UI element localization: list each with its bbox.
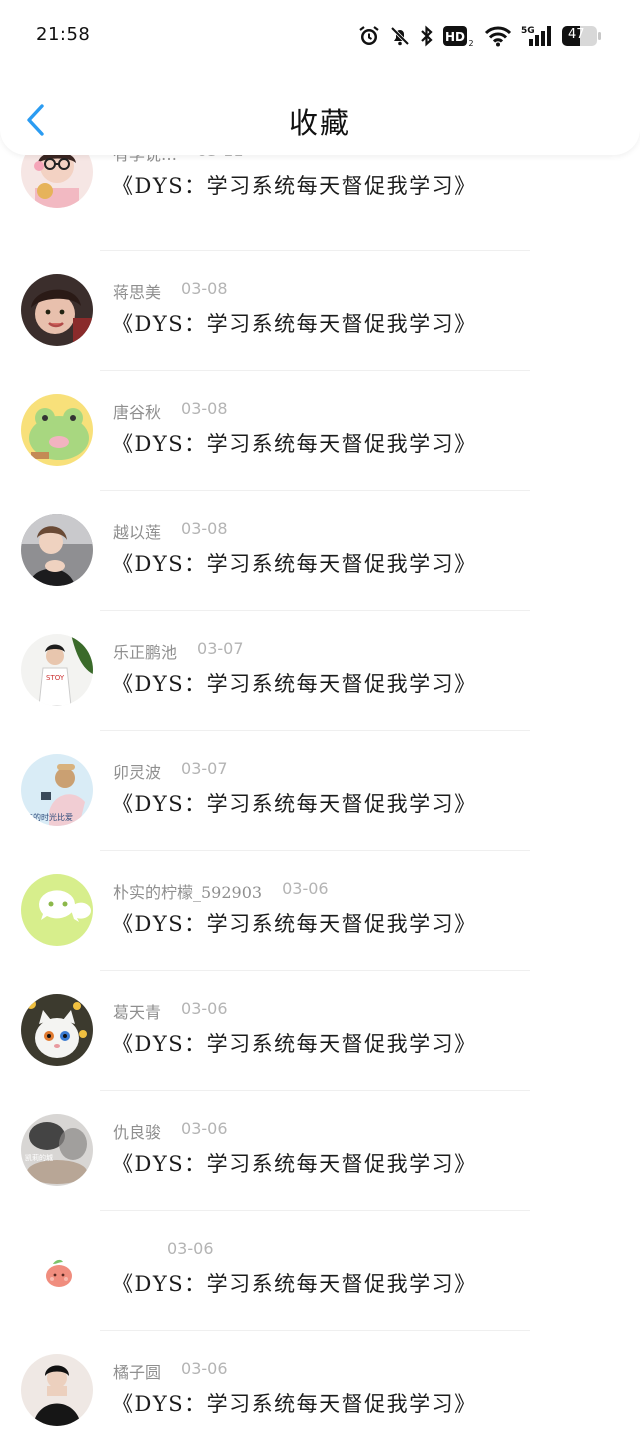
avatar[interactable]	[21, 274, 93, 346]
list-item[interactable]: STOY 乐正鹏池 03-07 《DYS：学习系统每天督促我学习》	[0, 610, 640, 731]
item-date: 03-11	[197, 155, 244, 165]
wifi-icon	[484, 25, 512, 47]
list-item[interactable]: 葛天青 03-06 《DYS：学习系统每天督促我学习》	[0, 970, 640, 1091]
item-meta: 03-06	[113, 1239, 214, 1258]
item-date: 03-06	[181, 1119, 228, 1138]
avatar[interactable]	[21, 1234, 93, 1306]
avatar[interactable]: STOY	[21, 634, 93, 706]
item-meta: 蒋思美 03-08	[113, 279, 228, 303]
item-title[interactable]: 《DYS：学习系统每天督促我学习》	[112, 1028, 477, 1058]
author-name: 葛天青	[113, 1003, 162, 1022]
author-name: 橘子圆	[113, 1363, 162, 1382]
page-title: 收藏	[288, 106, 351, 140]
status-icons: HD 2 5G 47	[358, 20, 602, 52]
signal-5g-icon: 5G	[521, 24, 553, 48]
svg-text:2: 2	[468, 39, 473, 48]
item-meta: 葛天青 03-06	[113, 999, 228, 1023]
avatar-caption: 年的时光比爱	[25, 812, 73, 822]
battery-icon: 47	[562, 25, 602, 47]
hd-icon: HD 2	[443, 24, 475, 48]
item-date: 03-07	[197, 639, 244, 658]
svg-text:5G: 5G	[521, 26, 535, 36]
item-meta: 朴实的柠檬_592903 03-06	[113, 879, 329, 903]
item-title[interactable]: 《DYS：学习系统每天督促我学习》	[112, 668, 477, 698]
item-meta: 仇良骏 03-06	[113, 1119, 228, 1143]
item-date: 03-08	[181, 399, 228, 418]
alarm-icon	[358, 25, 380, 47]
avatar[interactable]	[21, 394, 93, 466]
item-meta: 越以莲 03-08	[113, 519, 228, 543]
item-title[interactable]: 《DYS：学习系统每天督促我学习》	[112, 1268, 477, 1298]
author-name: 蒋思美	[113, 283, 162, 302]
list-item[interactable]: 橘子圆 03-06 《DYS：学习系统每天督促我学习》	[0, 1330, 640, 1429]
avatar[interactable]	[21, 994, 93, 1066]
author-name: 唐谷秋	[113, 403, 162, 422]
header-bar: 21:58 HD 2 5G 47 收藏	[0, 0, 640, 155]
list-item[interactable]: 凯莉的城 仇良骏 03-06 《DYS：学习系统每天督促我学习》	[0, 1090, 640, 1211]
item-title[interactable]: 《DYS：学习系统每天督促我学习》	[112, 908, 477, 938]
item-title[interactable]: 《DYS：学习系统每天督促我学习》	[112, 788, 477, 818]
bluetooth-icon	[420, 25, 434, 47]
item-date: 03-06	[282, 879, 329, 898]
status-time: 21:58	[36, 24, 91, 45]
svg-text:HD: HD	[445, 30, 465, 44]
item-title[interactable]: 《DYS：学习系统每天督促我学习》	[112, 1388, 477, 1418]
favorites-list[interactable]: 有李说… 03-11 《DYS：学习系统每天督促我学习》 蒋思美 03-08 《…	[0, 155, 640, 1429]
list-item[interactable]: 有李说… 03-11 《DYS：学习系统每天督促我学习》	[0, 155, 640, 251]
item-title[interactable]: 《DYS：学习系统每天督促我学习》	[112, 1148, 477, 1178]
item-meta: 乐正鹏池 03-07	[113, 639, 244, 663]
item-meta: 橘子圆 03-06	[113, 1359, 228, 1383]
mute-icon	[389, 25, 411, 47]
avatar[interactable]	[21, 155, 93, 208]
author-name: 仇良骏	[113, 1123, 162, 1142]
item-title[interactable]: 《DYS：学习系统每天督促我学习》	[112, 548, 477, 578]
list-item[interactable]: 蒋思美 03-08 《DYS：学习系统每天督促我学习》	[0, 250, 640, 371]
item-meta: 有李说… 03-11	[113, 155, 244, 165]
avatar[interactable]	[21, 874, 93, 946]
item-title[interactable]: 《DYS：学习系统每天督促我学习》	[112, 308, 477, 338]
item-meta: 唐谷秋 03-08	[113, 399, 228, 423]
item-date: 03-08	[181, 519, 228, 538]
item-date: 03-07	[181, 759, 228, 778]
item-title[interactable]: 《DYS：学习系统每天督促我学习》	[112, 428, 477, 458]
item-date: 03-06	[181, 1359, 228, 1378]
author-name	[113, 1239, 147, 1258]
list-item[interactable]: 年的时光比爱 卯灵波 03-07 《DYS：学习系统每天督促我学习》	[0, 730, 640, 851]
author-name: 乐正鹏池	[113, 643, 178, 662]
list-item[interactable]: 朴实的柠檬_592903 03-06 《DYS：学习系统每天督促我学习》	[0, 850, 640, 971]
author-name: 越以莲	[113, 523, 162, 542]
list-item[interactable]: 03-06 《DYS：学习系统每天督促我学习》	[0, 1210, 640, 1331]
item-meta: 卯灵波 03-07	[113, 759, 228, 783]
avatar-caption: 凯莉的城	[25, 1153, 53, 1162]
list-item[interactable]: 唐谷秋 03-08 《DYS：学习系统每天督促我学习》	[0, 370, 640, 491]
svg-text:STOY: STOY	[46, 674, 65, 682]
avatar[interactable]: 年的时光比爱	[21, 754, 93, 826]
item-date: 03-06	[167, 1239, 214, 1258]
item-date: 03-06	[181, 999, 228, 1018]
avatar[interactable]	[21, 514, 93, 586]
status-bar: 21:58 HD 2 5G 47	[0, 0, 640, 70]
author-name: 卯灵波	[113, 763, 162, 782]
item-date: 03-08	[181, 279, 228, 298]
avatar[interactable]: 凯莉的城	[21, 1114, 93, 1186]
item-title[interactable]: 《DYS：学习系统每天督促我学习》	[112, 170, 477, 200]
list-item[interactable]: 越以莲 03-08 《DYS：学习系统每天督促我学习》	[0, 490, 640, 611]
author-name: 有李说…	[113, 155, 177, 165]
battery-level: 47	[568, 27, 585, 42]
avatar[interactable]	[21, 1354, 93, 1426]
author-name: 朴实的柠檬_592903	[113, 883, 263, 902]
